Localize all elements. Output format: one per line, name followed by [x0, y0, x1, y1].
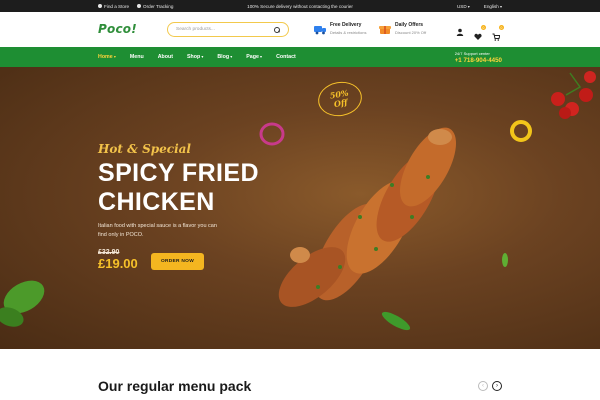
support-label: 24/7 Support center — [454, 50, 490, 56]
cherry-tomatoes-image — [551, 71, 596, 119]
hero-title: SPICY FRIED CHICKEN — [98, 159, 338, 217]
arrow-left-icon[interactable]: ‹ — [478, 381, 488, 391]
new-price: £19.00 — [98, 256, 138, 271]
support-phone[interactable]: +1 718-904-4450 — [455, 57, 502, 64]
onion-ring-image — [259, 122, 285, 146]
find-store-link[interactable]: Find a Store — [98, 4, 129, 9]
wishlist-count-badge: 0 — [481, 25, 486, 30]
nav-item-blog[interactable]: Blog — [217, 54, 232, 60]
cart-icon — [492, 33, 501, 41]
search-input[interactable]: Search products... — [176, 27, 215, 32]
order-tracking-label: Order Tracking — [143, 3, 174, 9]
nav-item-menu[interactable]: Menu — [130, 54, 144, 60]
hero-kicker: Hot & Special — [98, 142, 191, 156]
yellow-pepper-image — [510, 120, 532, 142]
search-box[interactable]: Search products... — [167, 22, 289, 37]
hero-banner: 50% Off Hot & Special SPICY FRIED CHICKE… — [0, 67, 600, 349]
search-icon[interactable] — [274, 26, 280, 33]
cart-count-badge: 0 — [499, 25, 504, 30]
topbar-message: 100% Secure delivery without contacting … — [247, 3, 353, 9]
page: Find a Store Order Tracking 100% Secure … — [0, 0, 600, 400]
nav-item-page[interactable]: Page — [246, 54, 262, 60]
section-title: Our regular menu pack — [98, 378, 252, 394]
order-tracking-link[interactable]: Order Tracking — [137, 4, 173, 9]
discount-off: Off — [333, 96, 349, 110]
fried-chicken-image — [278, 127, 456, 307]
green-chili-image — [381, 311, 411, 331]
main-nav: Home Menu About Shop Blog Page Contact 2… — [0, 47, 600, 67]
language-select[interactable]: English — [484, 4, 502, 9]
nav-item-shop[interactable]: Shop — [187, 54, 203, 60]
hero-title-line1: SPICY FRIED — [98, 159, 259, 187]
logo[interactable]: Poco! — [98, 22, 137, 36]
hero-title-line2: CHICKEN — [98, 188, 215, 216]
nav-item-home[interactable]: Home — [98, 54, 116, 60]
old-price: £32.90 — [98, 249, 120, 256]
support-center: 24/7 Support center +1 718-904-4450 — [455, 51, 502, 64]
carousel-arrows: ‹ › — [478, 381, 502, 391]
feature-free-delivery: Free Delivery Details & restrictions — [314, 22, 366, 35]
top-bar: Find a Store Order Tracking 100% Secure … — [0, 0, 600, 12]
wishlist-button[interactable]: 0 — [474, 25, 486, 40]
hero-description: Italian food with special sauce is a fla… — [98, 223, 217, 238]
delivery-truck-icon — [314, 25, 326, 34]
basil-leaf-image — [0, 280, 45, 327]
feature-subtitle: Discount 20% Off — [395, 30, 427, 35]
feature-daily-offers: Daily Offers Discount 20% Off — [379, 22, 426, 35]
feature-title: Free Delivery — [330, 22, 362, 28]
location-pin-icon — [98, 4, 102, 8]
heart-icon — [474, 33, 482, 40]
header: Poco! Search products... Free Delivery D… — [0, 12, 600, 47]
gift-icon — [379, 25, 391, 34]
find-store-label: Find a Store — [104, 3, 130, 9]
order-now-button[interactable]: ORDER NOW — [151, 253, 204, 270]
feature-subtitle: Details & restrictions — [330, 30, 367, 35]
nav-item-about[interactable]: About — [158, 54, 173, 60]
nav-item-contact[interactable]: Contact — [276, 54, 296, 60]
currency-select[interactable]: USD — [457, 4, 470, 9]
arrow-right-icon[interactable]: › — [492, 381, 502, 391]
feature-title: Daily Offers — [395, 22, 424, 28]
cart-button[interactable]: 0 — [492, 25, 504, 41]
truck-icon — [137, 4, 142, 8]
user-icon[interactable] — [456, 28, 464, 36]
